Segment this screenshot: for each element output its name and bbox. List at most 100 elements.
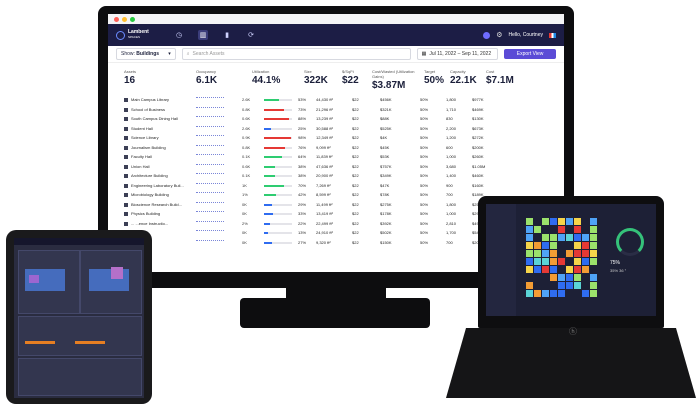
heatmap-cell[interactable]: [526, 290, 533, 297]
heatmap-cell[interactable]: [542, 258, 549, 265]
heatmap-cell[interactable]: [574, 226, 581, 233]
gear-icon[interactable]: ⚙: [496, 31, 502, 39]
date-range-picker[interactable]: ▦ Jul 11, 2022 – Sep 11, 2022: [416, 48, 499, 60]
heatmap-cell[interactable]: [574, 242, 581, 249]
heatmap-cell[interactable]: [550, 258, 557, 265]
table-row[interactable]: Physics Building 0K 33% 13,419 ft² $22 $178K 5…: [124, 209, 492, 219]
heatmap-cell[interactable]: [566, 250, 573, 257]
heatmap-cell[interactable]: [526, 258, 533, 265]
heatmap-cell[interactable]: [590, 290, 597, 297]
heatmap-cell[interactable]: [550, 290, 557, 297]
heatmap-cell[interactable]: [534, 242, 541, 249]
heatmap-cell[interactable]: [574, 258, 581, 265]
heatmap-cell[interactable]: [590, 218, 597, 225]
heatmap-cell[interactable]: [526, 242, 533, 249]
heatmap-cell[interactable]: [542, 218, 549, 225]
heatmap-cell[interactable]: [534, 250, 541, 257]
utilization-bar: [264, 222, 292, 225]
tab-clock-icon[interactable]: ◷: [174, 30, 184, 40]
heatmap-cell[interactable]: [534, 290, 541, 297]
heatmap-cell[interactable]: [542, 250, 549, 257]
heatmap-cell[interactable]: [574, 218, 581, 225]
heatmap-cell[interactable]: [566, 282, 573, 289]
heatmap-cell[interactable]: [542, 290, 549, 297]
heatmap-cell[interactable]: [526, 266, 533, 273]
table-row[interactable]: Journalism Building 0.8K 76% 9,099 ft² $22 $4…: [124, 143, 492, 153]
heatmap-cell[interactable]: [574, 266, 581, 273]
heatmap-cell[interactable]: [582, 242, 589, 249]
table-row[interactable]: Science Library 0.9K 98% 12,349 ft² $22 $4K 50…: [124, 133, 492, 143]
heatmap-cell[interactable]: [534, 258, 541, 265]
heatmap-cell[interactable]: [582, 234, 589, 241]
notifications-icon[interactable]: [483, 31, 491, 39]
heatmap-cell[interactable]: [574, 234, 581, 241]
table-row[interactable]: Architecture Building 0.1K 38% 20,900 ft² $2…: [124, 171, 492, 181]
heatmap-cell[interactable]: [550, 266, 557, 273]
heatmap-cell[interactable]: [542, 234, 549, 241]
heatmap-cell[interactable]: [590, 250, 597, 257]
heatmap-cell[interactable]: [550, 218, 557, 225]
user-greeting[interactable]: Hello, Courtney: [509, 32, 543, 38]
minimize-dot-icon[interactable]: [122, 16, 127, 22]
heatmap-cell[interactable]: [582, 250, 589, 257]
heatmap-cell[interactable]: [582, 266, 589, 273]
close-dot-icon[interactable]: [114, 16, 119, 22]
heatmap-cell[interactable]: [526, 250, 533, 257]
heatmap-cell[interactable]: [550, 234, 557, 241]
heatmap-cell[interactable]: [526, 218, 533, 225]
heatmap-cell[interactable]: [542, 242, 549, 249]
heatmap-cell[interactable]: [574, 250, 581, 257]
heatmap-cell[interactable]: [550, 250, 557, 257]
heatmap-cell[interactable]: [566, 234, 573, 241]
table-row[interactable]: South Campus Dining Hall 0.6K 88% 13,239 ft…: [124, 114, 492, 124]
table-row[interactable]: 0K27%9,320 ft²$22$150K50%700$205K: [124, 238, 492, 248]
heatmap-cell[interactable]: [558, 290, 565, 297]
table-row[interactable]: Engineering Laboratory Buil... 1K 70% 7,269…: [124, 181, 492, 191]
heatmap-cell[interactable]: [534, 266, 541, 273]
heatmap-cell[interactable]: [582, 258, 589, 265]
heatmap-cell[interactable]: [542, 266, 549, 273]
heatmap-cell[interactable]: [590, 234, 597, 241]
heatmap-cell[interactable]: [526, 226, 533, 233]
heatmap-cell[interactable]: [590, 242, 597, 249]
heatmap-cell[interactable]: [574, 282, 581, 289]
table-row[interactable]: Union Hall 0.6K 38% 47,636 ft² $22 $757K 50% 3,…: [124, 162, 492, 172]
heatmap-cell[interactable]: [590, 258, 597, 265]
heatmap-cell[interactable]: [550, 242, 557, 249]
heatmap-cell[interactable]: [590, 274, 597, 281]
table-row[interactable]: ...ll0K13%24,910 ft²$22$502K50%1,700$548…: [124, 228, 492, 238]
heatmap-cell[interactable]: [526, 282, 533, 289]
table-row[interactable]: Student Hall 2.6K 25% 30,588 ft² $22 $525K 50%…: [124, 124, 492, 134]
heatmap-cell[interactable]: [550, 274, 557, 281]
tab-buildings-icon[interactable]: ▥: [198, 30, 208, 40]
heatmap-cell[interactable]: [558, 258, 565, 265]
heatmap-cell[interactable]: [558, 234, 565, 241]
table-row[interactable]: School of Business 0.8K 73% 21,296 ft² $22 $3…: [124, 105, 492, 115]
export-view-button[interactable]: Export View: [504, 49, 556, 59]
table-row[interactable]: Bioscience Research Build... 0K 29% 11,499 …: [124, 200, 492, 210]
heatmap-cell[interactable]: [566, 266, 573, 273]
heatmap-cell[interactable]: [558, 226, 565, 233]
tab-chart-icon[interactable]: ▮: [222, 30, 232, 40]
table-row[interactable]: ... ...ence Instructio... 2% 22% 22,499 ft²…: [124, 219, 492, 229]
show-dropdown[interactable]: Show: Buildings ▾: [116, 48, 176, 60]
heatmap-cell[interactable]: [582, 290, 589, 297]
tab-refresh-icon[interactable]: ⟳: [246, 30, 256, 40]
table-row[interactable]: Microbiology Building 1% 42% 8,599 ft² $22 $7…: [124, 190, 492, 200]
heatmap-cell[interactable]: [526, 234, 533, 241]
table-row[interactable]: Faculty Hall 0.1K 64% 11,839 ft² $22 $53K 50% 1…: [124, 152, 492, 162]
heatmap-cell[interactable]: [558, 218, 565, 225]
heatmap-cell[interactable]: [534, 226, 541, 233]
search-input[interactable]: ⌕ Search Assets: [181, 48, 411, 60]
heatmap-cell[interactable]: [590, 226, 597, 233]
flag-icon[interactable]: [549, 32, 556, 38]
table-row[interactable]: Main Campus Library 2.6K 53% 44,430 ft² $22 $…: [124, 95, 492, 105]
heatmap-cell[interactable]: [558, 282, 565, 289]
maximize-dot-icon[interactable]: [130, 16, 135, 22]
heatmap-cell[interactable]: [558, 274, 565, 281]
heatmap-cell[interactable]: [566, 274, 573, 281]
heatmap-cell[interactable]: [574, 274, 581, 281]
brand-logo[interactable]: Lambent SPACES: [116, 30, 170, 40]
heatmap-cell[interactable]: [566, 218, 573, 225]
heatmap-cell[interactable]: [590, 282, 597, 289]
